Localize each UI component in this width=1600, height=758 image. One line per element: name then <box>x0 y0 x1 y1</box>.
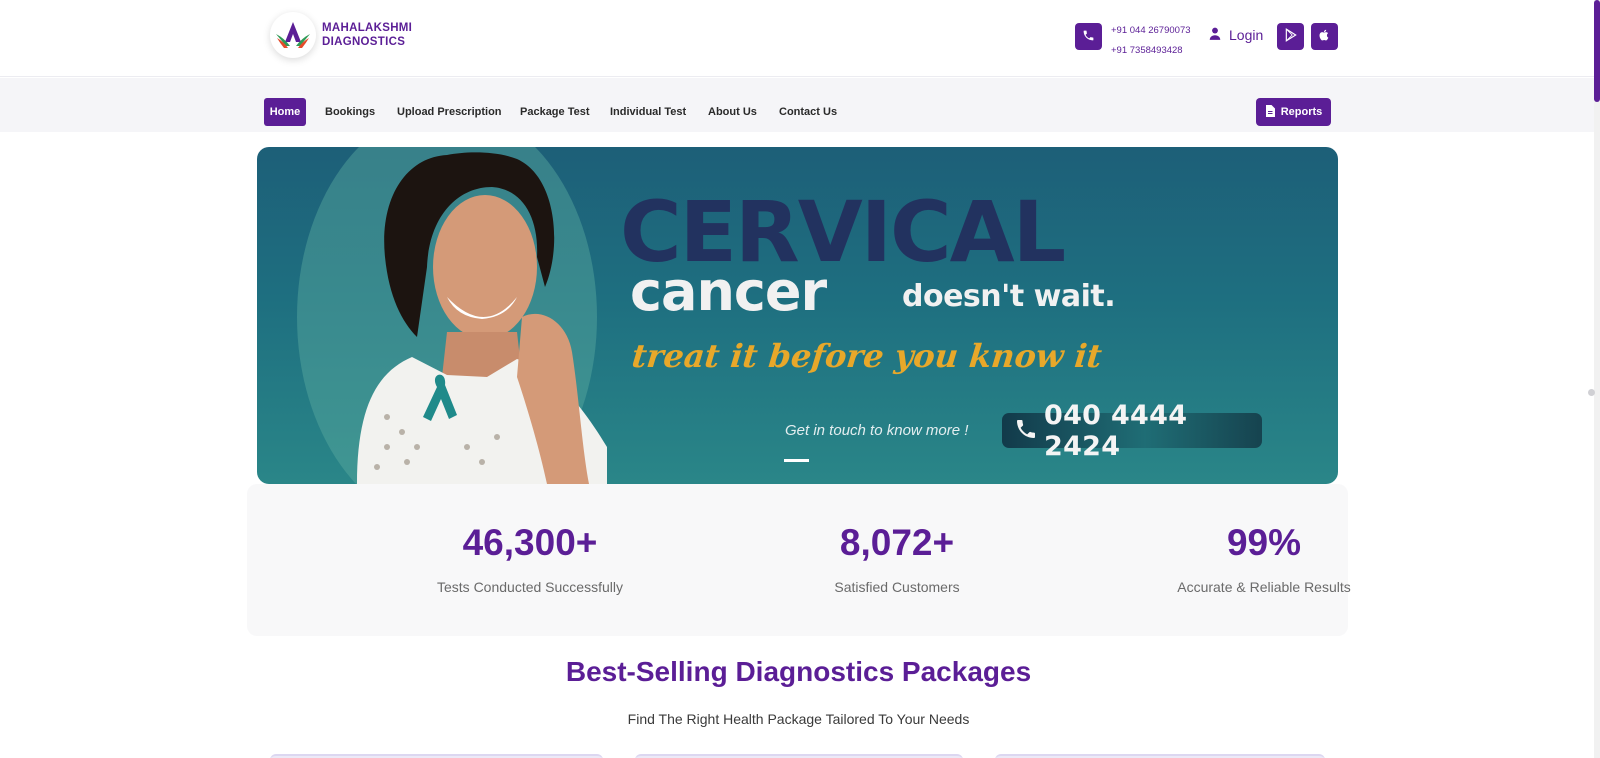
play-store-icon <box>1284 27 1298 46</box>
stat-label: Satisfied Customers <box>834 579 960 595</box>
scrollbar-track[interactable] <box>1594 0 1600 758</box>
document-icon <box>1265 104 1275 120</box>
banner-headline-doesnt-wait: doesn't wait. <box>902 279 1116 314</box>
banner-contact-text: Get in touch to know more ! <box>785 422 969 439</box>
banner-headline-cancer: cancer <box>630 260 827 323</box>
logo[interactable]: MAHALAKSHMI DIAGNOSTICS <box>270 12 412 58</box>
page: MAHALAKSHMI DIAGNOSTICS +91 044 26790073… <box>0 0 1600 758</box>
section-title: Best-Selling Diagnostics Packages <box>565 656 1032 687</box>
header: MAHALAKSHMI DIAGNOSTICS +91 044 26790073… <box>0 0 1600 77</box>
login-button[interactable]: Login <box>1208 26 1263 44</box>
woman-photo <box>357 152 607 484</box>
stat-value: 46,300+ <box>462 522 598 563</box>
section-subtitle: Find The Right Health Package Tailored T… <box>627 711 970 727</box>
reports-label: Reports <box>1280 106 1323 118</box>
hero-banner[interactable]: CERVICAL cancer doesn't wait. treat it b… <box>257 147 1338 484</box>
package-card[interactable] <box>995 754 1325 758</box>
logo-mark-icon <box>270 12 316 58</box>
login-label: Login <box>1229 27 1264 43</box>
banner-tagline: treat it before you know it <box>630 337 1104 375</box>
package-card[interactable] <box>635 754 963 758</box>
phone-number-2[interactable]: +91 7358493428 <box>1111 41 1191 61</box>
banner-contact-pill[interactable]: 040 4444 2424 <box>1002 400 1262 462</box>
banner-contact-number: 040 4444 2424 <box>1044 399 1188 462</box>
stat-customers: 8,072+ Satisfied Customers <box>747 522 1047 595</box>
stat-accuracy: 99% Accurate & Reliable Results <box>1114 522 1414 595</box>
stat-label: Accurate & Reliable Results <box>1177 579 1351 595</box>
stat-tests: 46,300+ Tests Conducted Successfully <box>380 522 680 595</box>
nav-about-us[interactable]: About Us <box>708 106 757 118</box>
main-nav: Home Bookings Upload Prescription Packag… <box>0 78 1600 132</box>
logo-line-2: DIAGNOSTICS <box>322 36 406 48</box>
side-dot <box>1588 389 1595 396</box>
package-card[interactable] <box>270 754 603 758</box>
phone-numbers: +91 044 26790073 +91 7358493428 <box>1111 21 1191 61</box>
nav-package-test[interactable]: Package Test <box>520 106 590 118</box>
nav-upload-prescription[interactable]: Upload Prescription <box>397 106 502 118</box>
logo-text: MAHALAKSHMI DIAGNOSTICS <box>322 21 412 49</box>
user-icon <box>1208 26 1222 44</box>
nav-individual-test[interactable]: Individual Test <box>610 106 686 118</box>
logo-line-1: MAHALAKSHMI <box>322 22 413 34</box>
nav-contact-us[interactable]: Contact Us <box>779 106 837 118</box>
apple-icon <box>1318 27 1331 46</box>
banner-phone-icon <box>1014 417 1038 445</box>
phone-button[interactable] <box>1075 23 1102 50</box>
play-store-button[interactable] <box>1277 23 1304 50</box>
phone-number-1[interactable]: +91 044 26790073 <box>1111 21 1191 41</box>
stat-label: Tests Conducted Successfully <box>437 579 623 595</box>
reports-button[interactable]: Reports <box>1256 98 1331 126</box>
carousel-indicator[interactable] <box>784 459 809 462</box>
phone-icon <box>1082 27 1095 46</box>
stat-value: 8,072+ <box>839 522 955 563</box>
stats-section: 46,300+ Tests Conducted Successfully 8,0… <box>247 484 1351 636</box>
scrollbar-thumb[interactable] <box>1594 0 1600 102</box>
nav-bookings[interactable]: Bookings <box>325 106 375 118</box>
nav-home[interactable]: Home <box>264 98 306 126</box>
stat-value: 99% <box>1226 522 1302 563</box>
app-store-button[interactable] <box>1311 23 1338 50</box>
